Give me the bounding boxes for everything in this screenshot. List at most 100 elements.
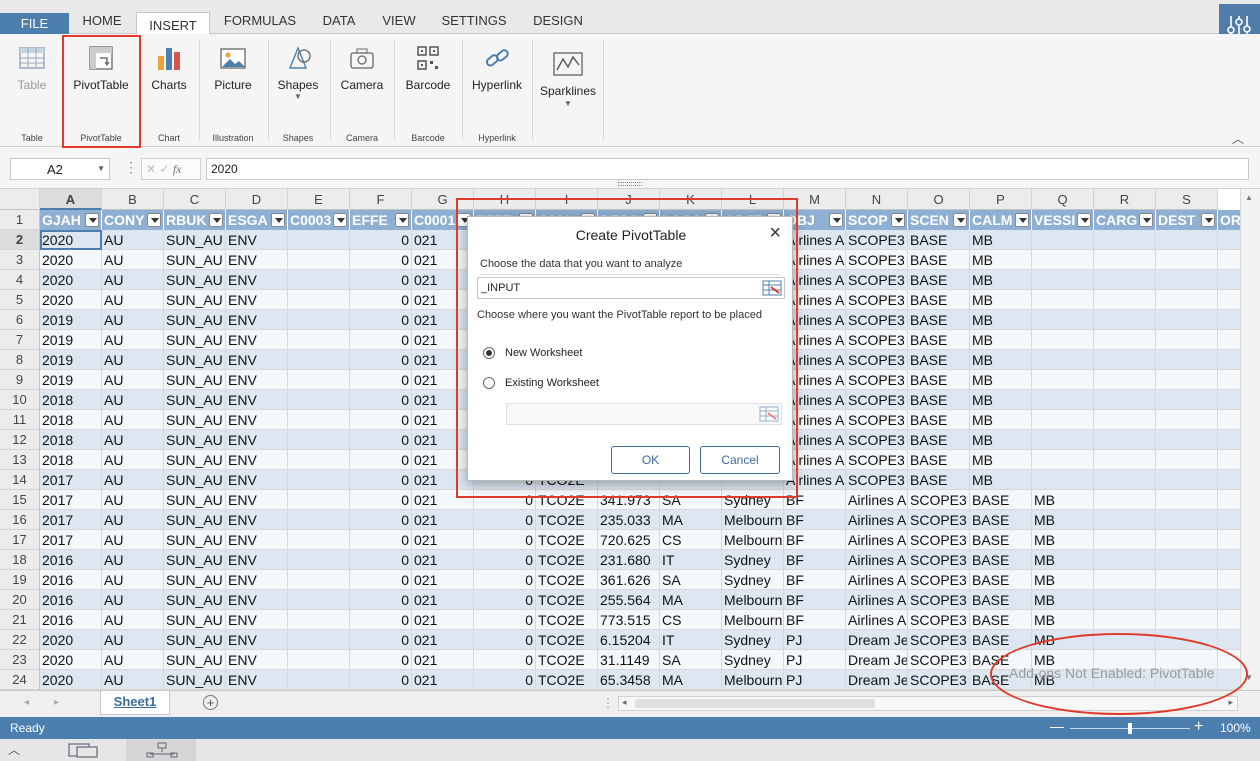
table-cell[interactable] (1032, 270, 1094, 290)
table-cell[interactable] (288, 290, 350, 310)
table-cell[interactable]: 021 (412, 570, 474, 590)
table-cell[interactable]: 2016 (40, 550, 102, 570)
table-cell[interactable]: 0 (350, 550, 412, 570)
table-cell[interactable] (1156, 470, 1218, 490)
table-cell[interactable]: BASE (970, 610, 1032, 630)
filter-dropdown-icon[interactable] (147, 213, 161, 227)
table-cell[interactable]: 021 (412, 390, 474, 410)
table-cell[interactable]: ENV (226, 610, 288, 630)
table-cell[interactable]: SCOPE3 (846, 430, 908, 450)
table-cell[interactable] (288, 330, 350, 350)
zoom-in-button[interactable]: + (1194, 718, 1203, 736)
table-cell[interactable]: SCOPE3 (908, 490, 970, 510)
table-cell[interactable]: MB (1032, 530, 1094, 550)
table-cell[interactable]: SCOPE3 (846, 250, 908, 270)
table-cell[interactable] (1218, 270, 1240, 290)
table-header-cell[interactable]: RBUK (164, 210, 226, 230)
table-cell[interactable]: ENV (226, 350, 288, 370)
table-cell[interactable]: SCOPE3 (846, 410, 908, 430)
cancel-formula-icon[interactable]: ✕ (146, 162, 156, 176)
table-cell[interactable]: 0 (350, 530, 412, 550)
table-cell[interactable]: SUN_AU (164, 250, 226, 270)
table-cell[interactable]: SCOPE3 (908, 550, 970, 570)
table-cell[interactable] (1032, 390, 1094, 410)
table-cell[interactable] (1218, 670, 1240, 690)
table-cell[interactable] (1094, 350, 1156, 370)
table-cell[interactable]: SUN_AU (164, 530, 226, 550)
table-cell[interactable]: ENV (226, 430, 288, 450)
formula-input[interactable]: 2020 (206, 158, 1249, 180)
table-cell[interactable]: CS (660, 610, 722, 630)
table-cell[interactable]: SCOPE3 (846, 350, 908, 370)
table-cell[interactable]: 0 (350, 450, 412, 470)
location-select-icon[interactable] (759, 406, 779, 422)
new-worksheet-radio[interactable] (483, 347, 495, 359)
table-cell[interactable]: 361.626 (598, 570, 660, 590)
table-cell[interactable] (1156, 310, 1218, 330)
table-cell[interactable]: SUN_AU (164, 610, 226, 630)
table-cell[interactable]: ENV (226, 390, 288, 410)
tab-view[interactable]: VIEW (371, 8, 427, 34)
table-cell[interactable]: BASE (970, 530, 1032, 550)
table-cell[interactable]: Airlines A (784, 310, 846, 330)
table-cell[interactable]: 0 (350, 610, 412, 630)
vertical-scrollbar[interactable]: ▲ ▼ (1240, 189, 1260, 690)
table-cell[interactable] (1156, 250, 1218, 270)
tab-data[interactable]: DATA (310, 8, 368, 34)
table-cell[interactable]: SUN_AU (164, 570, 226, 590)
table-cell[interactable] (1218, 610, 1240, 630)
table-cell[interactable]: 0 (474, 650, 536, 670)
table-cell[interactable] (1094, 310, 1156, 330)
table-cell[interactable]: Melbourn (722, 610, 784, 630)
table-cell[interactable]: 0 (350, 470, 412, 490)
table-cell[interactable]: 2017 (40, 530, 102, 550)
table-cell[interactable]: ENV (226, 290, 288, 310)
table-cell[interactable]: BASE (908, 330, 970, 350)
table-cell[interactable]: TCO2E (536, 670, 598, 690)
table-cell[interactable]: AU (102, 490, 164, 510)
table-cell[interactable]: SUN_AU (164, 510, 226, 530)
table-cell[interactable]: AU (102, 430, 164, 450)
table-cell[interactable] (288, 270, 350, 290)
table-cell[interactable]: MA (660, 590, 722, 610)
table-cell[interactable]: Dream Je (846, 670, 908, 690)
table-cell[interactable] (1218, 230, 1240, 250)
table-cell[interactable]: BASE (908, 410, 970, 430)
table-cell[interactable]: 021 (412, 490, 474, 510)
table-cell[interactable]: Sydney (722, 630, 784, 650)
table-cell[interactable] (1094, 330, 1156, 350)
table-cell[interactable]: 0 (350, 670, 412, 690)
close-icon[interactable]: × (769, 222, 781, 245)
table-cell[interactable]: Airlines A (846, 550, 908, 570)
fx-icon[interactable]: fx (173, 162, 182, 176)
column-header[interactable]: A (40, 189, 102, 210)
sheet-tab-sheet1[interactable]: Sheet1 (100, 691, 170, 715)
table-cell[interactable]: MB (1032, 510, 1094, 530)
column-header[interactable]: H (474, 189, 536, 210)
table-cell[interactable]: ENV (226, 330, 288, 350)
table-cell[interactable]: 021 (412, 450, 474, 470)
table-cell[interactable]: ENV (226, 450, 288, 470)
table-cell[interactable]: BF (784, 510, 846, 530)
table-cell[interactable] (288, 370, 350, 390)
table-cell[interactable]: AU (102, 530, 164, 550)
table-cell[interactable]: AU (102, 610, 164, 630)
table-cell[interactable]: 021 (412, 230, 474, 250)
table-cell[interactable]: 0 (474, 490, 536, 510)
tab-formulas[interactable]: FORMULAS (214, 8, 306, 34)
table-cell[interactable]: BF (784, 550, 846, 570)
table-cell[interactable] (288, 470, 350, 490)
table-cell[interactable]: Airlines A (784, 370, 846, 390)
table-cell[interactable]: AU (102, 290, 164, 310)
confirm-formula-icon[interactable]: ✓ (159, 162, 169, 176)
table-cell[interactable]: 021 (412, 670, 474, 690)
table-cell[interactable]: 0 (350, 330, 412, 350)
filter-dropdown-icon[interactable] (209, 213, 223, 227)
table-cell[interactable] (1156, 410, 1218, 430)
table-cell[interactable] (1218, 410, 1240, 430)
table-cell[interactable] (1156, 350, 1218, 370)
table-cell[interactable]: TCO2E (536, 530, 598, 550)
table-cell[interactable]: 341.973 (598, 490, 660, 510)
row-header[interactable]: 9 (0, 370, 40, 390)
table-cell[interactable]: 2018 (40, 430, 102, 450)
